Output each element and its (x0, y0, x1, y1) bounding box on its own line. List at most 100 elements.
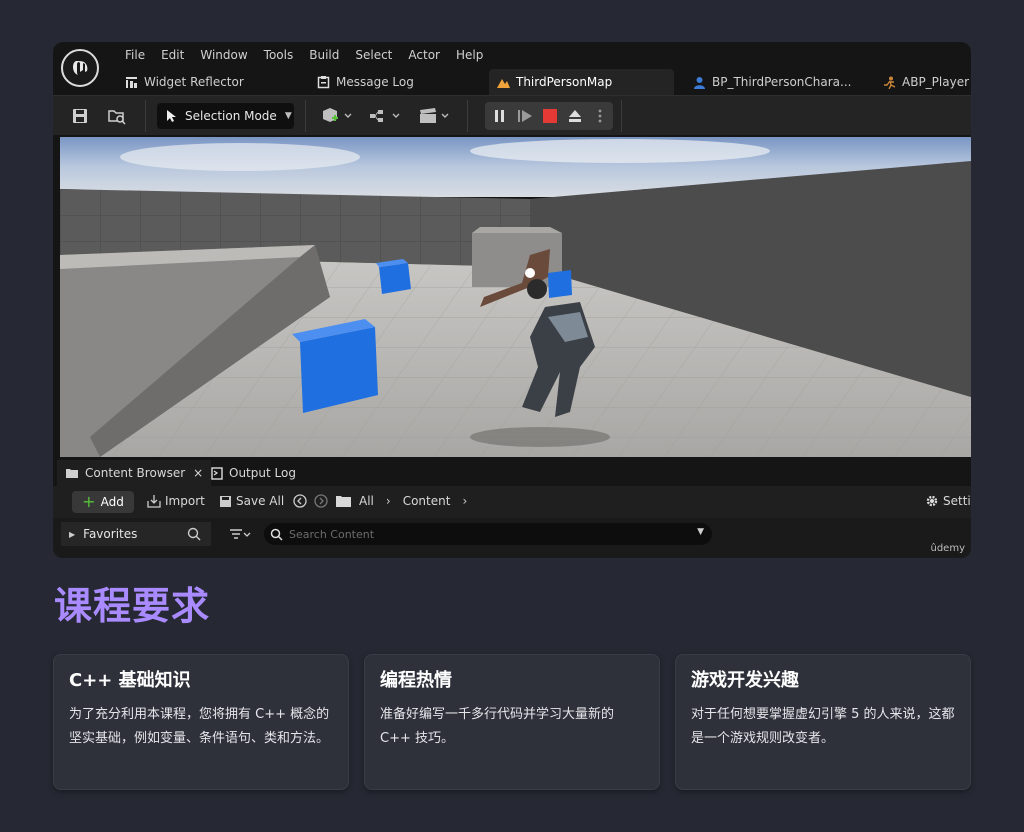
tab-label: Content Browser (85, 466, 186, 480)
selection-mode-label: Selection Mode (185, 109, 277, 123)
filter-icon (230, 529, 251, 539)
menu-tools[interactable]: Tools (256, 47, 302, 63)
add-button[interactable]: + Add (72, 491, 134, 513)
history-forward-icon[interactable] (314, 494, 328, 508)
import-button[interactable]: Import (147, 494, 205, 508)
save-all-button[interactable]: Save All (219, 494, 284, 508)
requirement-cards: C++ 基础知识 为了充分利用本课程，您将拥有 C++ 概念的坚实基础，例如变量… (53, 654, 971, 790)
content-browser-body: ▶ Favorites Search Content ▼ ûdemy (53, 518, 971, 558)
search-icon[interactable] (187, 527, 201, 541)
level-viewport[interactable] (60, 137, 971, 457)
breadcrumb-content[interactable]: Content (403, 494, 451, 508)
tab-bp-thirdpersoncharacter[interactable]: BP_ThirdPersonChara... (685, 69, 859, 95)
selection-mode-dropdown[interactable]: Selection Mode ▼ (157, 103, 294, 129)
content-browser-icon (66, 469, 78, 478)
tab-abp-player[interactable]: ABP_Player (875, 69, 971, 95)
tab-output-log[interactable]: Output Log (203, 460, 304, 486)
card-body: 准备好编写一千多行代码并学习大量新的 C++ 技巧。 (380, 707, 615, 746)
card-title: 游戏开发兴趣 (691, 670, 799, 691)
chevron-right-icon: ▶ (69, 529, 76, 539)
main-menu-bar: File Edit Window Tools Build Select Acto… (117, 47, 491, 63)
search-content-input[interactable]: Search Content ▼ (264, 523, 712, 545)
chevron-down-icon[interactable]: ▼ (697, 527, 704, 537)
menu-build[interactable]: Build (301, 47, 347, 63)
cinematics-clapper-icon[interactable] (418, 107, 452, 125)
save-icon[interactable] (71, 107, 89, 125)
tab-widget-reflector[interactable]: Widget Reflector (117, 69, 252, 95)
tab-content-browser[interactable]: Content Browser × (57, 460, 212, 486)
chevron-right-icon[interactable]: › (462, 494, 467, 508)
cursor-arrow-icon (167, 110, 176, 122)
toolbar-separator (145, 100, 146, 132)
play-controls (485, 102, 613, 130)
tab-thirdpersonmap[interactable]: ThirdPersonMap (489, 69, 674, 95)
step-frame-icon[interactable] (517, 109, 533, 123)
gear-icon (926, 495, 938, 507)
history-back-icon[interactable] (293, 494, 307, 508)
content-browser-tab-bar: Content Browser × Output Log (53, 460, 971, 486)
save-all-label: Save All (236, 494, 285, 508)
menu-edit[interactable]: Edit (153, 47, 192, 63)
import-icon (147, 495, 161, 508)
document-tab-bar: Widget Reflector Message Log ThirdPerson… (113, 69, 971, 95)
settings-button[interactable]: Setti (925, 494, 971, 508)
toolbar-separator (467, 100, 468, 132)
udemy-watermark: ûdemy (930, 543, 966, 554)
section-title: 课程要求 (54, 584, 211, 628)
tab-message-log[interactable]: Message Log (309, 69, 422, 95)
plus-icon: + (82, 492, 96, 511)
tab-label: Output Log (229, 466, 296, 480)
anim-blueprint-icon (884, 76, 896, 89)
chevron-right-icon: › (385, 494, 391, 508)
content-browser-toolbar: + Add Import Save All All › Content › Se… (53, 486, 971, 518)
level-map-icon (497, 78, 510, 88)
output-log-icon (211, 466, 223, 480)
blueprint-graph-icon[interactable] (369, 107, 403, 125)
menu-help[interactable]: Help (448, 47, 491, 63)
unreal-logo-icon[interactable] (61, 49, 99, 87)
save-all-icon (220, 495, 231, 507)
tab-label: Message Log (336, 75, 414, 89)
requirement-card: 游戏开发兴趣 对于任何想要掌握虚幻引擎 5 的人来说，这都是一个游戏规则改变者。 (675, 654, 971, 790)
more-options-icon[interactable] (597, 108, 603, 124)
menu-window[interactable]: Window (192, 47, 255, 63)
requirement-card: 编程热情 准备好编写一千多行代码并学习大量新的 C++ 技巧。 (364, 654, 660, 790)
stop-icon[interactable] (543, 109, 557, 123)
card-body: 对于任何想要掌握虚幻引擎 5 的人来说，这都是一个游戏规则改变者。 (691, 707, 955, 746)
requirement-card: C++ 基础知识 为了充分利用本课程，您将拥有 C++ 概念的坚实基础，例如变量… (53, 654, 349, 790)
browse-content-icon[interactable] (108, 107, 126, 125)
import-label: Import (165, 494, 205, 508)
message-log-icon (317, 75, 330, 88)
card-title: C++ 基础知识 (69, 670, 191, 691)
card-body: 为了充分利用本课程，您将拥有 C++ 概念的坚实基础，例如变量、条件语句、类和方… (69, 707, 330, 746)
menu-select[interactable]: Select (347, 47, 400, 63)
tab-label: BP_ThirdPersonChara... (712, 75, 852, 89)
search-placeholder: Search Content (289, 527, 375, 541)
blue-cube-back (548, 270, 572, 298)
toolbar-separator (305, 100, 306, 132)
folder-icon (336, 496, 351, 507)
breadcrumb-all[interactable]: All (359, 494, 374, 508)
pause-icon[interactable] (493, 109, 507, 123)
tab-label: ThirdPersonMap (516, 75, 613, 89)
eject-icon[interactable] (567, 108, 583, 124)
add-label: Add (100, 495, 124, 509)
menu-file[interactable]: File (117, 47, 153, 63)
viewport-scene (60, 137, 971, 457)
close-icon[interactable]: × (193, 466, 203, 480)
character-blueprint-icon (694, 76, 705, 89)
settings-label: Setti (943, 494, 971, 508)
menu-actor[interactable]: Actor (400, 47, 448, 63)
breadcrumb: All › Content › (359, 494, 467, 508)
tab-label: Widget Reflector (144, 75, 244, 89)
card-title: 编程热情 (380, 670, 452, 691)
favorites-section[interactable]: ▶ Favorites (61, 522, 211, 546)
widget-reflector-icon (126, 76, 137, 88)
favorites-label: Favorites (83, 527, 138, 541)
filter-dropdown[interactable] (229, 528, 251, 543)
unreal-editor-window: File Edit Window Tools Build Select Acto… (53, 42, 971, 558)
chevron-down-icon: ▼ (284, 111, 292, 121)
level-toolbar: Selection Mode ▼ (53, 95, 971, 135)
tab-label: ABP_Player (902, 75, 970, 89)
add-actor-icon[interactable] (321, 107, 355, 125)
